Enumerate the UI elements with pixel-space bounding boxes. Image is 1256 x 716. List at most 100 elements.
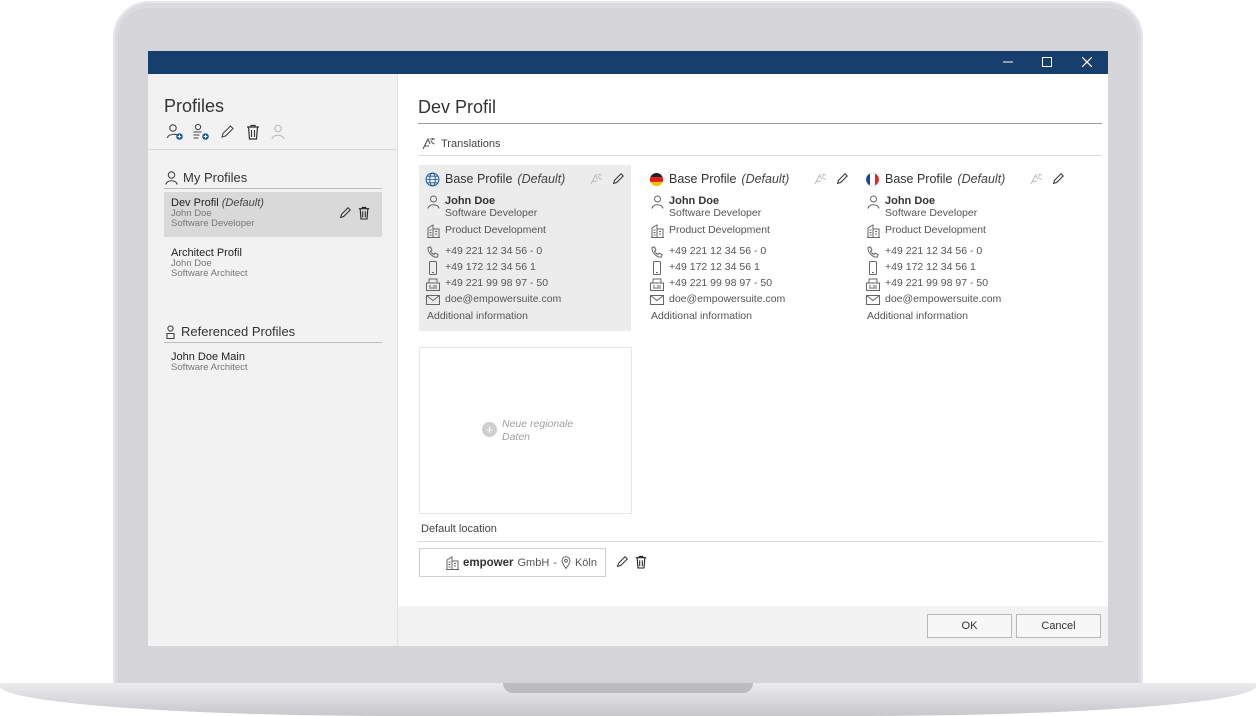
title-divider bbox=[418, 123, 1102, 124]
department-row: Product Development bbox=[649, 224, 849, 238]
new-regional-data-tile[interactable]: + Neue regionale Daten bbox=[419, 347, 632, 514]
translate-icon[interactable] bbox=[590, 173, 603, 185]
add-user-icon[interactable] bbox=[165, 122, 184, 141]
contact-person-row: John Doe Software Developer bbox=[649, 195, 849, 219]
minimize-button[interactable] bbox=[993, 51, 1023, 74]
mobile-number: +49 172 12 34 56 1 bbox=[669, 261, 760, 273]
card-actions bbox=[814, 172, 849, 186]
card-default-tag: (Default) bbox=[741, 172, 790, 186]
email-row: doe@empowersuite.com bbox=[865, 293, 1065, 307]
fax-row: +49 221 99 98 97 - 50 bbox=[649, 277, 849, 291]
cancel-button[interactable]: Cancel bbox=[1016, 614, 1101, 638]
delete-profile-icon[interactable] bbox=[358, 206, 370, 220]
pencil-icon[interactable] bbox=[835, 172, 849, 186]
profile-item-dev[interactable]: Dev Profil (Default) John Doe Software D… bbox=[164, 192, 382, 237]
email-row: doe@empowersuite.com bbox=[649, 293, 849, 307]
add-group-icon[interactable] bbox=[191, 122, 210, 141]
delete-location-icon[interactable] bbox=[635, 555, 647, 569]
translate-icon[interactable] bbox=[814, 173, 827, 185]
contact-role: Software Developer bbox=[885, 207, 978, 219]
my-profiles-heading: My Profiles bbox=[165, 170, 247, 185]
laptop-notch bbox=[503, 683, 753, 693]
translations-heading: Translations bbox=[422, 137, 501, 150]
phone-row: +49 221 12 34 56 - 0 bbox=[865, 245, 1065, 259]
german-flag-icon bbox=[649, 172, 664, 186]
additional-info: Additional information bbox=[427, 310, 528, 322]
profiles-sidebar: Profiles My Profiles Dev Profil (Default… bbox=[148, 74, 398, 646]
my-profiles-divider bbox=[164, 188, 382, 189]
profile-detail: Dev Profil Translations Base Profile (De… bbox=[398, 74, 1108, 606]
card-header: Base Profile (Default) bbox=[649, 171, 849, 187]
card-title: Base Profile bbox=[445, 172, 513, 186]
fax-row: +49 221 99 98 97 - 50 bbox=[425, 277, 625, 291]
contact-role: Software Developer bbox=[445, 207, 538, 219]
sidebar-title: Profiles bbox=[164, 96, 225, 116]
ok-button[interactable]: OK bbox=[927, 614, 1012, 638]
translation-card-base[interactable]: Base Profile (Default) John Doe Software … bbox=[419, 165, 631, 331]
fax-icon bbox=[425, 277, 441, 291]
card-title: Base Profile bbox=[669, 172, 737, 186]
person-link-icon bbox=[166, 324, 175, 339]
profile-item-architect[interactable]: Architect Profil John Doe Software Archi… bbox=[164, 242, 382, 287]
contact-person-row: John Doe Software Developer bbox=[425, 195, 625, 219]
close-button[interactable] bbox=[1072, 51, 1102, 74]
toolbar-divider bbox=[148, 149, 398, 150]
department: Product Development bbox=[669, 224, 770, 236]
user-icon bbox=[165, 170, 178, 185]
default-location-field[interactable]: empower GmbH - Köln bbox=[419, 548, 606, 577]
additional-info: Additional information bbox=[867, 310, 968, 322]
fax-row: +49 221 99 98 97 - 50 bbox=[865, 277, 1065, 291]
card-header: Base Profile (Default) bbox=[865, 171, 1065, 187]
profile-role: Software Developer bbox=[171, 218, 255, 229]
referenced-profiles-divider bbox=[164, 342, 382, 343]
department-row: Product Development bbox=[865, 224, 1065, 238]
phone-number: +49 221 12 34 56 - 0 bbox=[885, 245, 983, 257]
mobile-number: +49 172 12 34 56 1 bbox=[445, 261, 536, 273]
edit-location-icon[interactable] bbox=[615, 555, 629, 569]
user-disabled-icon[interactable] bbox=[269, 122, 288, 141]
mobile-icon bbox=[865, 261, 881, 275]
translation-card-fr[interactable]: Base Profile (Default) John Doe Software … bbox=[859, 165, 1071, 331]
email-address: doe@empowersuite.com bbox=[885, 293, 1002, 305]
additional-info: Additional information bbox=[651, 310, 752, 322]
pencil-icon[interactable] bbox=[611, 172, 625, 186]
referenced-profiles-heading: Referenced Profiles bbox=[165, 324, 295, 339]
department: Product Development bbox=[445, 224, 546, 236]
user-icon bbox=[649, 195, 665, 209]
phone-number: +49 221 12 34 56 - 0 bbox=[669, 245, 767, 257]
referenced-role: Software Architect bbox=[171, 362, 248, 373]
fax-number: +49 221 99 98 97 - 50 bbox=[885, 277, 989, 289]
card-header: Base Profile (Default) bbox=[425, 171, 625, 187]
card-default-tag: (Default) bbox=[957, 172, 1006, 186]
maximize-button[interactable] bbox=[1032, 51, 1062, 74]
close-icon bbox=[1081, 56, 1093, 68]
location-company-suffix: GmbH bbox=[517, 556, 550, 569]
fax-number: +49 221 99 98 97 - 50 bbox=[669, 277, 773, 289]
mail-icon bbox=[865, 293, 881, 307]
translation-card-de[interactable]: Base Profile (Default) John Doe Software … bbox=[643, 165, 855, 331]
minimize-icon bbox=[1003, 61, 1013, 63]
mail-icon bbox=[425, 293, 441, 307]
contact-name: John Doe bbox=[445, 195, 496, 207]
edit-profile-icon[interactable] bbox=[338, 206, 352, 220]
new-regional-data-label: Neue regionale Daten bbox=[502, 418, 574, 443]
building-icon bbox=[425, 224, 441, 238]
trash-icon[interactable] bbox=[243, 122, 262, 141]
referenced-item-main[interactable]: John Doe Main Software Architect bbox=[164, 346, 382, 391]
email-address: doe@empowersuite.com bbox=[669, 293, 786, 305]
translate-icon[interactable] bbox=[1030, 173, 1043, 185]
user-icon bbox=[425, 195, 441, 209]
translations-divider bbox=[418, 155, 1102, 156]
phone-row: +49 221 12 34 56 - 0 bbox=[649, 245, 849, 259]
phone-number: +49 221 12 34 56 - 0 bbox=[445, 245, 543, 257]
pencil-icon[interactable] bbox=[217, 122, 236, 141]
maximize-icon bbox=[1042, 57, 1052, 67]
page-title: Dev Profil bbox=[418, 97, 497, 117]
pencil-icon[interactable] bbox=[1051, 172, 1065, 186]
phone-icon bbox=[425, 245, 441, 259]
department: Product Development bbox=[885, 224, 986, 236]
translations-label: Translations bbox=[441, 137, 501, 150]
email-address: doe@empowersuite.com bbox=[445, 293, 562, 305]
location-actions bbox=[615, 555, 647, 569]
my-profiles-label: My Profiles bbox=[183, 170, 248, 185]
